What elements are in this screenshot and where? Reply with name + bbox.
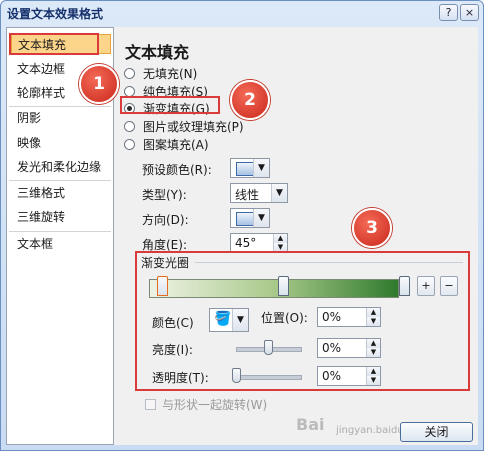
highlight-box-gradient [120, 96, 220, 114]
spin-up-icon[interactable]: ▲ [366, 308, 380, 317]
brightness-spinner[interactable]: 0% ▲ ▼ [317, 338, 381, 358]
chevron-down-icon: ▼ [253, 159, 269, 177]
sidebar-item-shadow[interactable]: 阴影 [11, 108, 111, 128]
callout-2: 2 [230, 80, 270, 120]
add-gradient-stop-icon[interactable]: + [417, 276, 435, 296]
type-value: 线性 [235, 188, 260, 202]
transparency-slider-thumb[interactable] [232, 368, 241, 383]
remove-gradient-stop-icon[interactable]: − [440, 276, 458, 296]
text-fill-panel: 文本填充 无填充(N) 纯色填充(S) 渐变填充(G) 图片或纹理填充(P) 图… [119, 27, 478, 445]
radio-pattern-fill-label: 图案填充(A) [143, 138, 209, 152]
angle-spinner[interactable]: 45° ▲ ▼ [230, 233, 288, 253]
close-button[interactable]: 关闭 [400, 422, 473, 442]
direction-label: 方向(D): [142, 213, 189, 227]
transparency-label: 透明度(T): [152, 371, 209, 385]
direction-swatch [236, 212, 254, 226]
position-value: 0% [322, 310, 342, 324]
sidebar-item-glow-soft-edges[interactable]: 发光和柔化边缘 [11, 157, 111, 177]
gradient-stops-label: 渐变光圈 [141, 256, 190, 270]
preset-color-swatch [236, 162, 254, 176]
sidebar-item-reflection[interactable]: 映像 [11, 133, 111, 153]
chevron-down-icon: ▼ [271, 184, 287, 202]
highlight-box-sidebar [9, 33, 99, 55]
brightness-label: 亮度(I): [152, 343, 193, 357]
radio-pattern-fill[interactable] [124, 139, 135, 150]
direction-dropdown[interactable]: ▼ [230, 208, 270, 228]
title-bar: 设置文本效果格式 ? × [1, 1, 483, 25]
transparency-slider[interactable] [236, 375, 302, 380]
dialog-title: 设置文本效果格式 [7, 7, 104, 21]
preset-colors-label: 预设颜色(R): [142, 163, 212, 177]
color-picker-button[interactable]: 🪣 ▼ [209, 308, 249, 332]
panel-title: 文本填充 [125, 43, 190, 62]
type-label: 类型(Y): [142, 188, 187, 202]
radio-no-fill-label: 无填充(N) [143, 67, 198, 81]
callout-1: 1 [79, 64, 119, 104]
sidebar-item-text-box[interactable]: 文本框 [11, 234, 111, 254]
gradient-stop-1[interactable] [278, 276, 289, 296]
spin-down-icon[interactable]: ▼ [366, 348, 380, 357]
sidebar-item-3d-rotation[interactable]: 三维旋转 [11, 207, 111, 227]
spin-up-icon[interactable]: ▲ [273, 234, 287, 243]
gradient-stop-2[interactable] [399, 276, 410, 296]
gradient-stop-0[interactable] [157, 276, 168, 296]
radio-picture-texture-label: 图片或纹理填充(P) [143, 120, 244, 134]
rotate-with-shape-checkbox[interactable] [145, 399, 156, 410]
paint-bucket-icon: 🪣 [214, 311, 232, 327]
format-text-effects-dialog: 设置文本效果格式 ? × 文本填充 文本边框 轮廓样式 阴影 映像 发光和柔化边… [0, 0, 484, 451]
divider [9, 231, 111, 232]
divider [9, 180, 111, 181]
position-label: 位置(O): [261, 311, 308, 325]
gradient-bar[interactable] [149, 279, 399, 298]
divider [9, 106, 111, 107]
help-button[interactable]: ? [439, 4, 458, 21]
transparency-value: 0% [322, 369, 342, 383]
angle-value: 45° [235, 236, 257, 250]
position-spinner[interactable]: 0% ▲ ▼ [317, 307, 381, 327]
preset-colors-dropdown[interactable]: ▼ [230, 158, 270, 178]
sidebar-item-3d-format[interactable]: 三维格式 [11, 183, 111, 203]
rotate-with-shape-label: 与形状一起旋转(W) [162, 398, 268, 412]
radio-no-fill[interactable] [124, 68, 135, 79]
radio-picture-texture-fill[interactable] [124, 121, 135, 132]
callout-3: 3 [352, 208, 392, 248]
close-window-button[interactable]: × [460, 4, 479, 21]
brightness-slider-thumb[interactable] [264, 340, 273, 355]
spin-up-icon[interactable]: ▲ [366, 339, 380, 348]
chevron-down-icon: ▼ [253, 209, 269, 227]
chevron-down-icon: ▼ [232, 309, 248, 331]
baidu-watermark-logo: Bai [296, 415, 325, 434]
color-label: 颜色(C) [152, 316, 194, 330]
transparency-spinner[interactable]: 0% ▲ ▼ [317, 366, 381, 386]
divider [195, 262, 463, 263]
spin-down-icon[interactable]: ▼ [366, 317, 380, 326]
spin-up-icon[interactable]: ▲ [366, 367, 380, 376]
type-dropdown[interactable]: 线性 ▼ [230, 183, 288, 203]
spin-down-icon[interactable]: ▼ [366, 376, 380, 385]
brightness-value: 0% [322, 341, 342, 355]
